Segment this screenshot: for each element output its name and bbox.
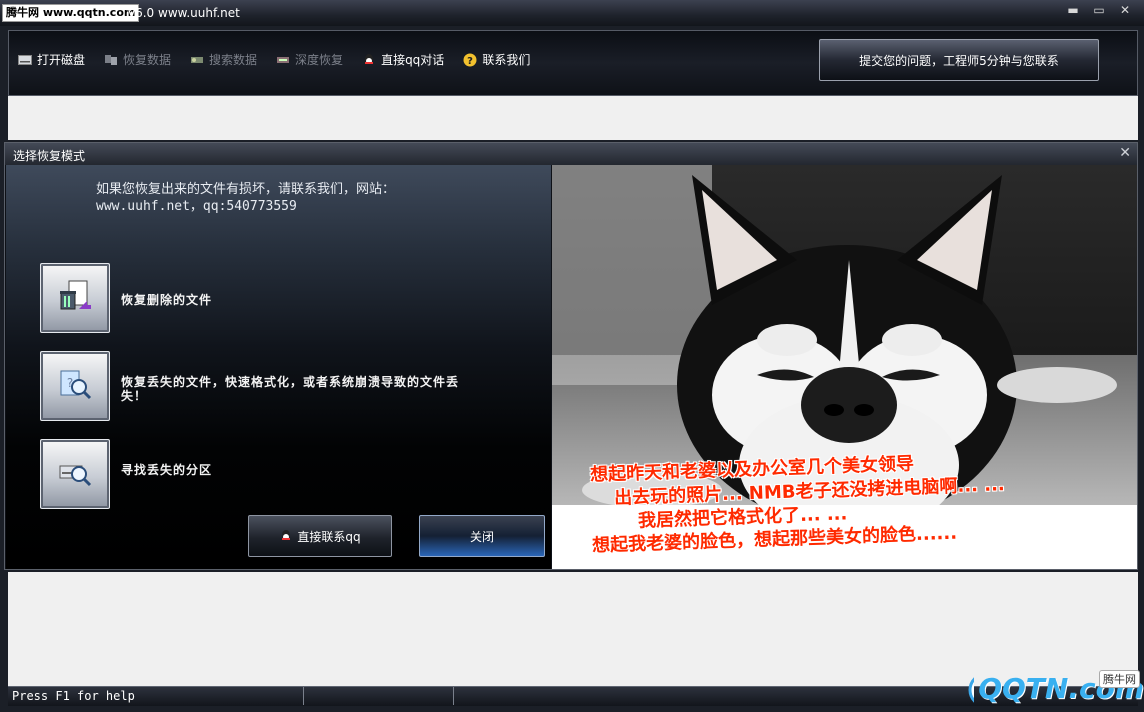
toolbar-recover-data-label: 恢复数据 xyxy=(123,53,172,67)
recover-lost-label: 恢复丢失的文件，快速格式化，或者系统崩溃导致的文件丢失！ xyxy=(121,375,460,403)
toolbar-search-data-label: 搜索数据 xyxy=(209,53,258,67)
contact-qq-button[interactable]: 直接联系qq xyxy=(248,515,392,557)
dialog-titlebar: 选择恢复模式 ✕ xyxy=(5,143,1137,165)
watermark-logo: QQTN.com 腾牛网 xyxy=(966,664,1144,712)
contact-qq-label: 直接联系qq xyxy=(297,529,361,544)
watermark-badge: 腾牛网 www.qqtn.com xyxy=(2,4,140,22)
toolbar-deep-recover-label: 深度恢复 xyxy=(295,53,344,67)
toolbar-deep-recover[interactable]: 深度恢复 xyxy=(275,51,343,68)
toolbar-contact-us[interactable]: ? 联系我们 xyxy=(462,51,530,68)
toolbar-contact-us-label: 联系我们 xyxy=(482,53,531,67)
restore-button[interactable]: ▭ xyxy=(1088,2,1110,18)
toolbar-open-disk[interactable]: 打开磁盘 xyxy=(17,51,85,68)
file-search-icon: ? xyxy=(57,367,93,406)
help-icon: ? xyxy=(462,53,478,67)
recover-deleted-button[interactable] xyxy=(40,263,110,333)
qq-icon xyxy=(279,529,293,543)
toolbar-qq-chat-label: 直接qq对话 xyxy=(381,53,445,67)
meme-image: 想起昨天和老婆以及办公室几个美女领导 出去玩的照片... NMB老子还没拷进电脑… xyxy=(552,165,1137,569)
toolbar-open-disk-label: 打开磁盘 xyxy=(37,53,86,67)
window-title: v6.0 www.uuhf.net xyxy=(128,6,240,20)
search-data-icon xyxy=(189,53,205,67)
svg-text:?: ? xyxy=(467,56,473,67)
recover-deleted-label: 恢复删除的文件 xyxy=(121,293,213,307)
toolbar-search-data[interactable]: 搜索数据 xyxy=(189,51,257,68)
find-partition-label: 寻找丢失的分区 xyxy=(121,463,213,477)
window-controls: ▬ ▭ ✕ xyxy=(1062,2,1136,18)
main-toolbar: 打开磁盘 恢复数据 搜索数据 深度恢复 直接qq对话 ? 联系我们 提交您的问题… xyxy=(8,30,1138,96)
qq-icon xyxy=(361,53,377,67)
status-help-text: Press F1 for help xyxy=(12,689,135,703)
submit-question-button[interactable]: 提交您的问题，工程师5分钟与您联系 xyxy=(819,39,1099,81)
status-divider xyxy=(303,687,304,705)
recover-icon xyxy=(103,53,119,67)
toolbar-items: 打开磁盘 恢复数据 搜索数据 深度恢复 直接qq对话 ? 联系我们 xyxy=(17,51,548,68)
window-titlebar: 腾牛网 www.qqtn.com v6.0 www.uuhf.net ▬ ▭ ✕ xyxy=(0,0,1144,26)
partition-search-icon xyxy=(57,455,93,494)
disk-icon xyxy=(17,53,33,67)
toolbar-recover-data[interactable]: 恢复数据 xyxy=(103,51,171,68)
dialog-options-panel: 如果您恢复出来的文件有损坏，请联系我们，网站：www.uuhf.net，qq:5… xyxy=(6,165,551,569)
toolbar-qq-chat[interactable]: 直接qq对话 xyxy=(361,51,444,68)
qqtn-logo-icon xyxy=(968,677,975,703)
recycle-file-icon xyxy=(57,279,93,318)
dialog-close-icon[interactable]: ✕ xyxy=(1119,145,1131,161)
minimize-button[interactable]: ▬ xyxy=(1062,2,1084,18)
content-strip xyxy=(8,96,1138,140)
recovery-mode-dialog: 选择恢复模式 ✕ 如果您恢复出来的文件有损坏，请联系我们，网站：www.uuhf… xyxy=(4,142,1138,570)
watermark-tag: 腾牛网 xyxy=(1099,670,1140,688)
dialog-title: 选择恢复模式 xyxy=(13,149,86,163)
contact-notice: 如果您恢复出来的文件有损坏，请联系我们，网站：www.uuhf.net，qq:5… xyxy=(96,182,396,214)
deep-recover-icon xyxy=(275,53,291,67)
find-partition-button[interactable] xyxy=(40,439,110,509)
window-close-button[interactable]: ✕ xyxy=(1114,2,1136,18)
close-dialog-button[interactable]: 关闭 xyxy=(419,515,545,557)
status-divider xyxy=(453,687,454,705)
recover-lost-button[interactable]: ? xyxy=(40,351,110,421)
